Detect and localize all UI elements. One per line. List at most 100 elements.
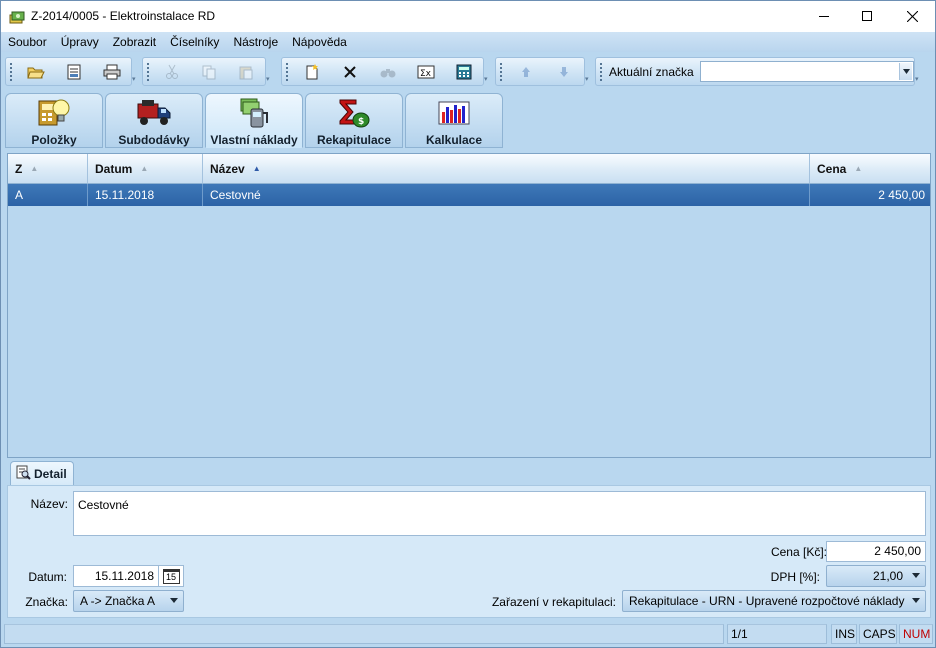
- maximize-button[interactable]: [844, 1, 890, 31]
- cell-datum: 15.11.2018: [88, 184, 203, 206]
- datum-field[interactable]: 15.11.2018: [73, 565, 159, 587]
- delete-button[interactable]: [331, 59, 369, 84]
- open-button[interactable]: [17, 59, 55, 84]
- paste-button[interactable]: [228, 59, 265, 84]
- sort-icon: ▲: [30, 164, 39, 173]
- zarazeni-label: Zařazení v rekapitulaci:: [491, 595, 616, 609]
- menu-napoveda[interactable]: Nápověda: [285, 32, 354, 52]
- zarazeni-select[interactable]: Rekapitulace - URN - Upravené rozpočtové…: [622, 590, 926, 612]
- app-window: Z-2014/0005 - Elektroinstalace RD Soubor…: [0, 0, 936, 648]
- menu-nastroje[interactable]: Nástroje: [226, 32, 285, 52]
- detail-panel: Název: Cestovné Cena [Kč]: 2 450,00 Datu…: [7, 485, 931, 618]
- calendar-button[interactable]: 15: [158, 565, 184, 587]
- sum-button[interactable]: Σx: [407, 59, 445, 84]
- close-button[interactable]: [889, 1, 935, 31]
- datum-value: 15.11.2018: [94, 569, 154, 583]
- move-up-button[interactable]: [507, 59, 545, 84]
- column-header-nazev[interactable]: Název ▲: [203, 154, 810, 184]
- toolbar-overflow-icon[interactable]: ▾: [484, 76, 490, 83]
- tab-polozky[interactable]: Položky: [5, 93, 103, 148]
- cena-value: 2 450,00: [874, 544, 921, 558]
- move-down-button[interactable]: [545, 59, 583, 84]
- toolbar-group-move: ▾: [495, 57, 589, 86]
- tab-kalkulace[interactable]: Kalkulace: [405, 93, 503, 148]
- column-header-cena[interactable]: Cena ▲: [810, 154, 930, 184]
- open-folder-icon: [27, 64, 45, 80]
- toolbar-grip[interactable]: [599, 62, 603, 81]
- tab-vlastni-naklady[interactable]: Vlastní náklady: [205, 93, 303, 148]
- svg-text:$: $: [358, 117, 364, 127]
- arrow-up-icon: [519, 65, 533, 79]
- calculator-icon: [456, 64, 472, 80]
- column-header-z[interactable]: Z ▲: [8, 154, 88, 184]
- chevron-down-icon: [912, 573, 920, 578]
- column-title: Název: [210, 161, 245, 176]
- table-row[interactable]: A 15.11.2018 Cestovné 2 450,00: [8, 184, 930, 206]
- detail-tab-label: Detail: [34, 467, 67, 481]
- grid-header: Z ▲ Datum ▲ Název ▲ Cena ▲: [8, 154, 930, 184]
- title-bar: Z-2014/0005 - Elektroinstalace RD: [1, 1, 935, 32]
- nazev-label: Název:: [30, 497, 68, 511]
- toolbar-overflow-icon[interactable]: ▾: [266, 76, 272, 83]
- menu-upravy[interactable]: Úpravy: [54, 32, 106, 52]
- tab-label: Položky: [31, 133, 77, 147]
- znacka-select[interactable]: A -> Značka A: [73, 590, 184, 612]
- binoculars-icon: [379, 65, 397, 79]
- paste-icon: [238, 64, 254, 80]
- tab-detail[interactable]: Detail: [10, 461, 74, 486]
- cena-label: Cena [Kč]:: [770, 545, 827, 559]
- ins-indicator: INS: [831, 624, 857, 644]
- toolbar-overflow-icon[interactable]: ▾: [132, 76, 138, 83]
- copy-icon: [201, 64, 217, 80]
- print-button[interactable]: [93, 59, 131, 84]
- bar-chart-icon: [436, 97, 472, 129]
- toolbar-grip[interactable]: [146, 62, 150, 81]
- properties-button[interactable]: [55, 59, 93, 84]
- menu-ciselniky[interactable]: Číselníky: [163, 32, 226, 52]
- record-counter: 1/1: [727, 624, 827, 644]
- menu-zobrazit[interactable]: Zobrazit: [106, 32, 163, 52]
- dph-select[interactable]: 21,00: [826, 565, 926, 587]
- toolbar-grip[interactable]: [499, 62, 503, 81]
- toolbar-grip[interactable]: [285, 62, 289, 81]
- new-button[interactable]: [293, 59, 331, 84]
- minimize-button[interactable]: [801, 1, 847, 31]
- tab-label: Subdodávky: [118, 133, 190, 147]
- datum-label: Datum:: [28, 570, 67, 584]
- column-header-datum[interactable]: Datum ▲: [88, 154, 203, 184]
- toolbar-grip[interactable]: [9, 62, 13, 81]
- sort-icon: ▲: [140, 164, 149, 173]
- nazev-field[interactable]: Cestovné: [73, 491, 926, 536]
- cut-button[interactable]: [154, 59, 191, 84]
- menu-bar: Soubor Úpravy Zobrazit Číselníky Nástroj…: [1, 32, 935, 52]
- toolbar-overflow-icon[interactable]: ▾: [585, 76, 591, 83]
- status-message: [4, 624, 724, 644]
- znacka-label: Značka:: [25, 595, 68, 609]
- toolbar-overflow-icon[interactable]: ▾: [915, 76, 921, 83]
- delete-x-icon: [343, 65, 357, 79]
- cell-z: A: [8, 184, 88, 206]
- nazev-value: Cestovné: [78, 498, 129, 512]
- column-title: Cena: [817, 161, 847, 176]
- sort-icon: ▲: [854, 164, 863, 173]
- tab-rekapitulace[interactable]: $ Rekapitulace: [305, 93, 403, 148]
- arrow-down-icon: [557, 65, 571, 79]
- sum-icon: Σx: [417, 65, 435, 79]
- find-button[interactable]: [369, 59, 407, 84]
- chevron-down-icon: [170, 598, 178, 603]
- module-tabs: Položky Subdodávky Vlastní náklady $ Rek…: [5, 93, 503, 149]
- menu-soubor[interactable]: Soubor: [1, 32, 54, 52]
- sigma-icon: $: [336, 97, 372, 129]
- scissors-icon: [164, 64, 180, 80]
- current-marker-select[interactable]: [699, 61, 914, 82]
- tab-label: Rekapitulace: [316, 133, 392, 147]
- tab-subdodavky[interactable]: Subdodávky: [105, 93, 203, 148]
- new-document-icon: [304, 63, 320, 80]
- app-icon: [9, 9, 26, 24]
- znacka-value: A -> Značka A: [80, 594, 156, 608]
- cena-field[interactable]: 2 450,00: [826, 541, 926, 562]
- copy-button[interactable]: [191, 59, 228, 84]
- dph-label: DPH [%]:: [770, 570, 820, 584]
- chevron-down-icon[interactable]: [899, 63, 912, 80]
- calculator-button[interactable]: [445, 59, 483, 84]
